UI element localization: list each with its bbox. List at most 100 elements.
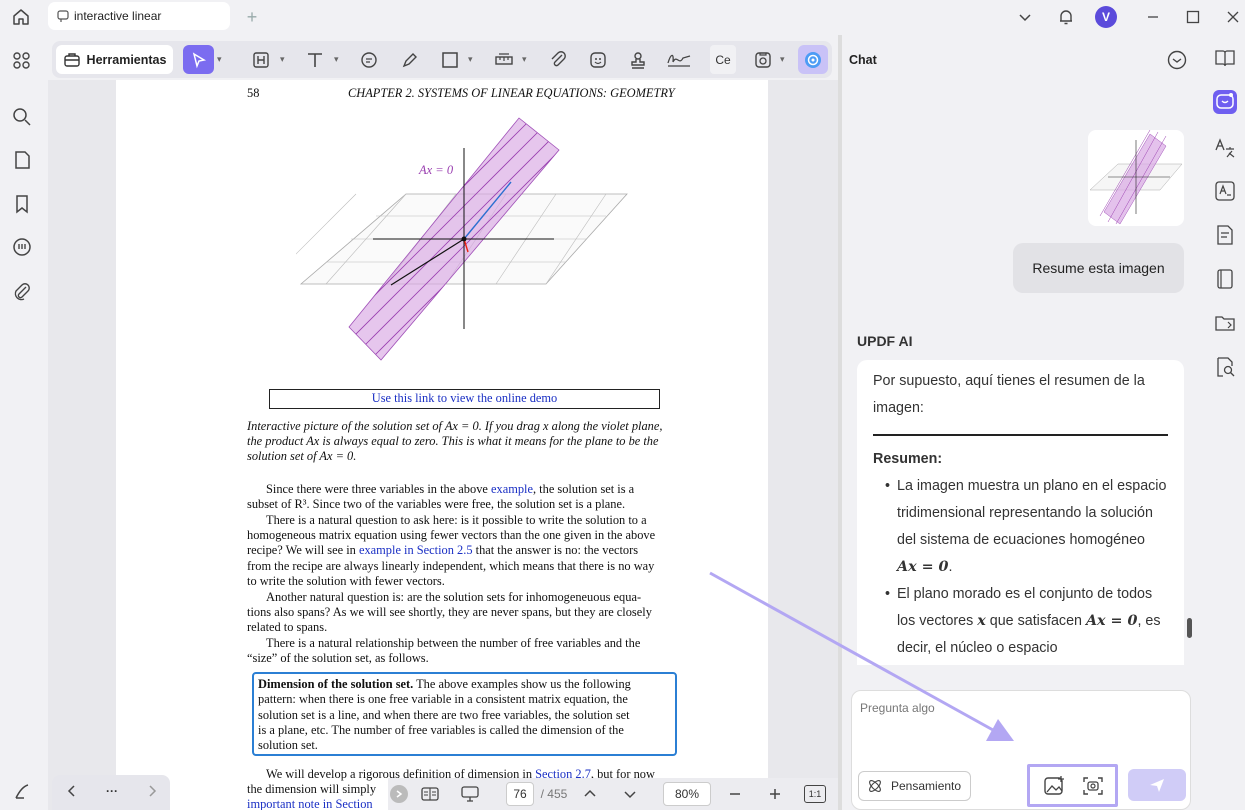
folder-icon[interactable] — [1213, 311, 1237, 335]
book-open-icon[interactable] — [1213, 46, 1237, 70]
sticker-icon[interactable] — [587, 45, 609, 74]
send-icon — [1150, 779, 1164, 792]
more-icon[interactable]: ··· — [102, 779, 122, 803]
send-button[interactable] — [1128, 769, 1186, 801]
ai-icon — [805, 51, 821, 68]
paragraph-1-line-1: Since there were three variables in the … — [266, 482, 635, 496]
shape-tool-dropdown[interactable]: ▾ — [468, 45, 473, 74]
bookmark-icon[interactable] — [10, 192, 34, 216]
pen-tool-icon[interactable] — [399, 45, 421, 74]
new-tab-button[interactable]: + — [242, 7, 262, 27]
reader-icon[interactable] — [1213, 267, 1237, 291]
dimension-box-line-5: solution set. — [258, 738, 318, 752]
maximize-button[interactable] — [1181, 5, 1205, 29]
search-document-icon[interactable] — [1213, 355, 1237, 379]
dimension-box-line-3: solution set is a line, and when there a… — [258, 708, 630, 722]
text-tool-icon[interactable] — [304, 45, 326, 74]
ai-name-label: UPDF AI — [857, 333, 913, 349]
expand-nav-icon[interactable] — [390, 785, 408, 803]
zoom-level[interactable]: 80% — [663, 782, 711, 806]
image-upload-icon[interactable] — [1041, 773, 1067, 799]
document-tab-icon — [56, 9, 70, 23]
example-link[interactable]: example — [491, 482, 533, 496]
shape-tool-icon[interactable] — [439, 45, 461, 74]
attachment-icon[interactable] — [10, 280, 34, 304]
home-icon[interactable] — [10, 6, 32, 28]
summarize-icon[interactable] — [1213, 223, 1237, 247]
zoom-in-icon[interactable] — [765, 782, 785, 806]
presentation-icon[interactable] — [458, 782, 482, 806]
ocr-tool-icon[interactable] — [752, 45, 774, 74]
bell-icon[interactable] — [1054, 5, 1078, 29]
minimize-button[interactable] — [1141, 5, 1165, 29]
chat-title: Chat — [849, 53, 877, 67]
paragraph-2-line-1: There is a natural question to ask here:… — [266, 513, 647, 527]
dimension-box-line-2: pattern: when there is one free variable… — [258, 692, 628, 706]
close-window-button[interactable] — [1221, 5, 1245, 29]
history-icon[interactable] — [1166, 49, 1188, 71]
annotation-arrow — [709, 571, 1014, 741]
online-demo-link-text: Use this link to view the online demo — [371, 391, 558, 406]
thinking-mode-button[interactable]: Pensamiento — [858, 771, 971, 801]
comment-tool-icon[interactable] — [358, 45, 380, 74]
chat-scrollbar-thumb[interactable] — [1187, 618, 1192, 638]
ai-intro-text: Por supuesto, aquí tienes el resumen de … — [873, 373, 1145, 416]
page-layout-icon[interactable] — [418, 782, 442, 806]
select-tool-dropdown[interactable]: ▾ — [217, 45, 222, 74]
page-navigation-bar: 76 / 455 80% 1:1 — [388, 778, 838, 810]
text-recognition-icon[interactable] — [1213, 179, 1237, 203]
total-pages: / 455 — [540, 787, 568, 801]
ocr-tool-dropdown[interactable]: ▾ — [780, 45, 785, 74]
actual-size-button[interactable]: 1:1 — [804, 785, 826, 803]
tools-menu-button[interactable]: Herramientas — [56, 45, 173, 74]
thumbnails-icon[interactable] — [10, 48, 34, 72]
signature-icon[interactable] — [664, 45, 694, 74]
next-page-icon[interactable] — [620, 782, 640, 806]
paragraph-2-line-3: recipe? We will see in example in Sectio… — [247, 543, 639, 557]
back-icon[interactable] — [62, 779, 82, 803]
search-icon[interactable] — [10, 105, 34, 129]
measure-tool-dropdown[interactable]: ▾ — [522, 45, 527, 74]
screenshot-icon[interactable] — [1080, 773, 1106, 799]
section-2-5-link[interactable]: example in Section 2.5 — [359, 543, 473, 557]
heading-tool-icon[interactable] — [250, 45, 272, 74]
ai-assistant-button[interactable] — [798, 45, 828, 74]
toolbox-icon — [63, 52, 80, 67]
user-message-bubble: Resume esta imagen — [1013, 243, 1184, 293]
truncated-tool-button[interactable]: Ce — [710, 45, 736, 74]
zoom-out-icon[interactable] — [725, 782, 745, 806]
translate-icon[interactable] — [1213, 136, 1237, 160]
thinking-mode-label: Pensamiento — [891, 779, 962, 793]
caption-line-3: solution set of Ax = 0. — [247, 449, 357, 463]
paragraph-4-line-2: “size” of the solution set, as follows. — [247, 651, 429, 665]
forward-icon[interactable] — [142, 779, 162, 803]
page-number-input[interactable]: 76 — [506, 782, 534, 806]
solution-set-figure: Ax = 0 — [296, 117, 628, 361]
pages-icon[interactable] — [10, 148, 34, 172]
paragraph-4-line-1: There is a natural relationship between … — [266, 636, 641, 650]
attached-image-thumbnail[interactable] — [1088, 130, 1184, 226]
history-nav: ··· — [52, 775, 170, 810]
paragraph-2-line-2: homogeneous matrix equation using fewer … — [247, 528, 656, 542]
stamp-icon[interactable] — [627, 45, 649, 74]
ai-summary-item: La imagen muestra un plano en el espacio… — [885, 473, 1168, 581]
ai-chat-icon[interactable] — [1213, 90, 1237, 114]
paragraph-5-line-2: the dimension will simply — [247, 782, 377, 796]
heading-tool-dropdown[interactable]: ▾ — [280, 45, 285, 74]
prev-page-icon[interactable] — [580, 782, 600, 806]
caption-line-1: Interactive picture of the solution set … — [247, 419, 663, 433]
tools-menu-label: Herramientas — [86, 52, 167, 67]
online-demo-link[interactable]: Use this link to view the online demo — [269, 389, 660, 409]
measure-tool-icon[interactable] — [493, 45, 515, 74]
dimension-box-line-1: Dimension of the solution set. The above… — [258, 677, 631, 691]
text-tool-dropdown[interactable]: ▾ — [334, 45, 339, 74]
chevron-down-icon[interactable] — [1013, 5, 1037, 29]
paperclip-icon[interactable] — [547, 45, 569, 74]
document-tab[interactable]: interactive linear — [48, 2, 230, 30]
important-note-link[interactable]: important note in Section — [247, 797, 373, 810]
layers-icon[interactable] — [10, 780, 34, 804]
atom-icon — [869, 780, 881, 792]
user-avatar[interactable]: V — [1094, 5, 1118, 29]
select-tool-button[interactable] — [183, 45, 214, 74]
comment-icon[interactable] — [10, 235, 34, 259]
